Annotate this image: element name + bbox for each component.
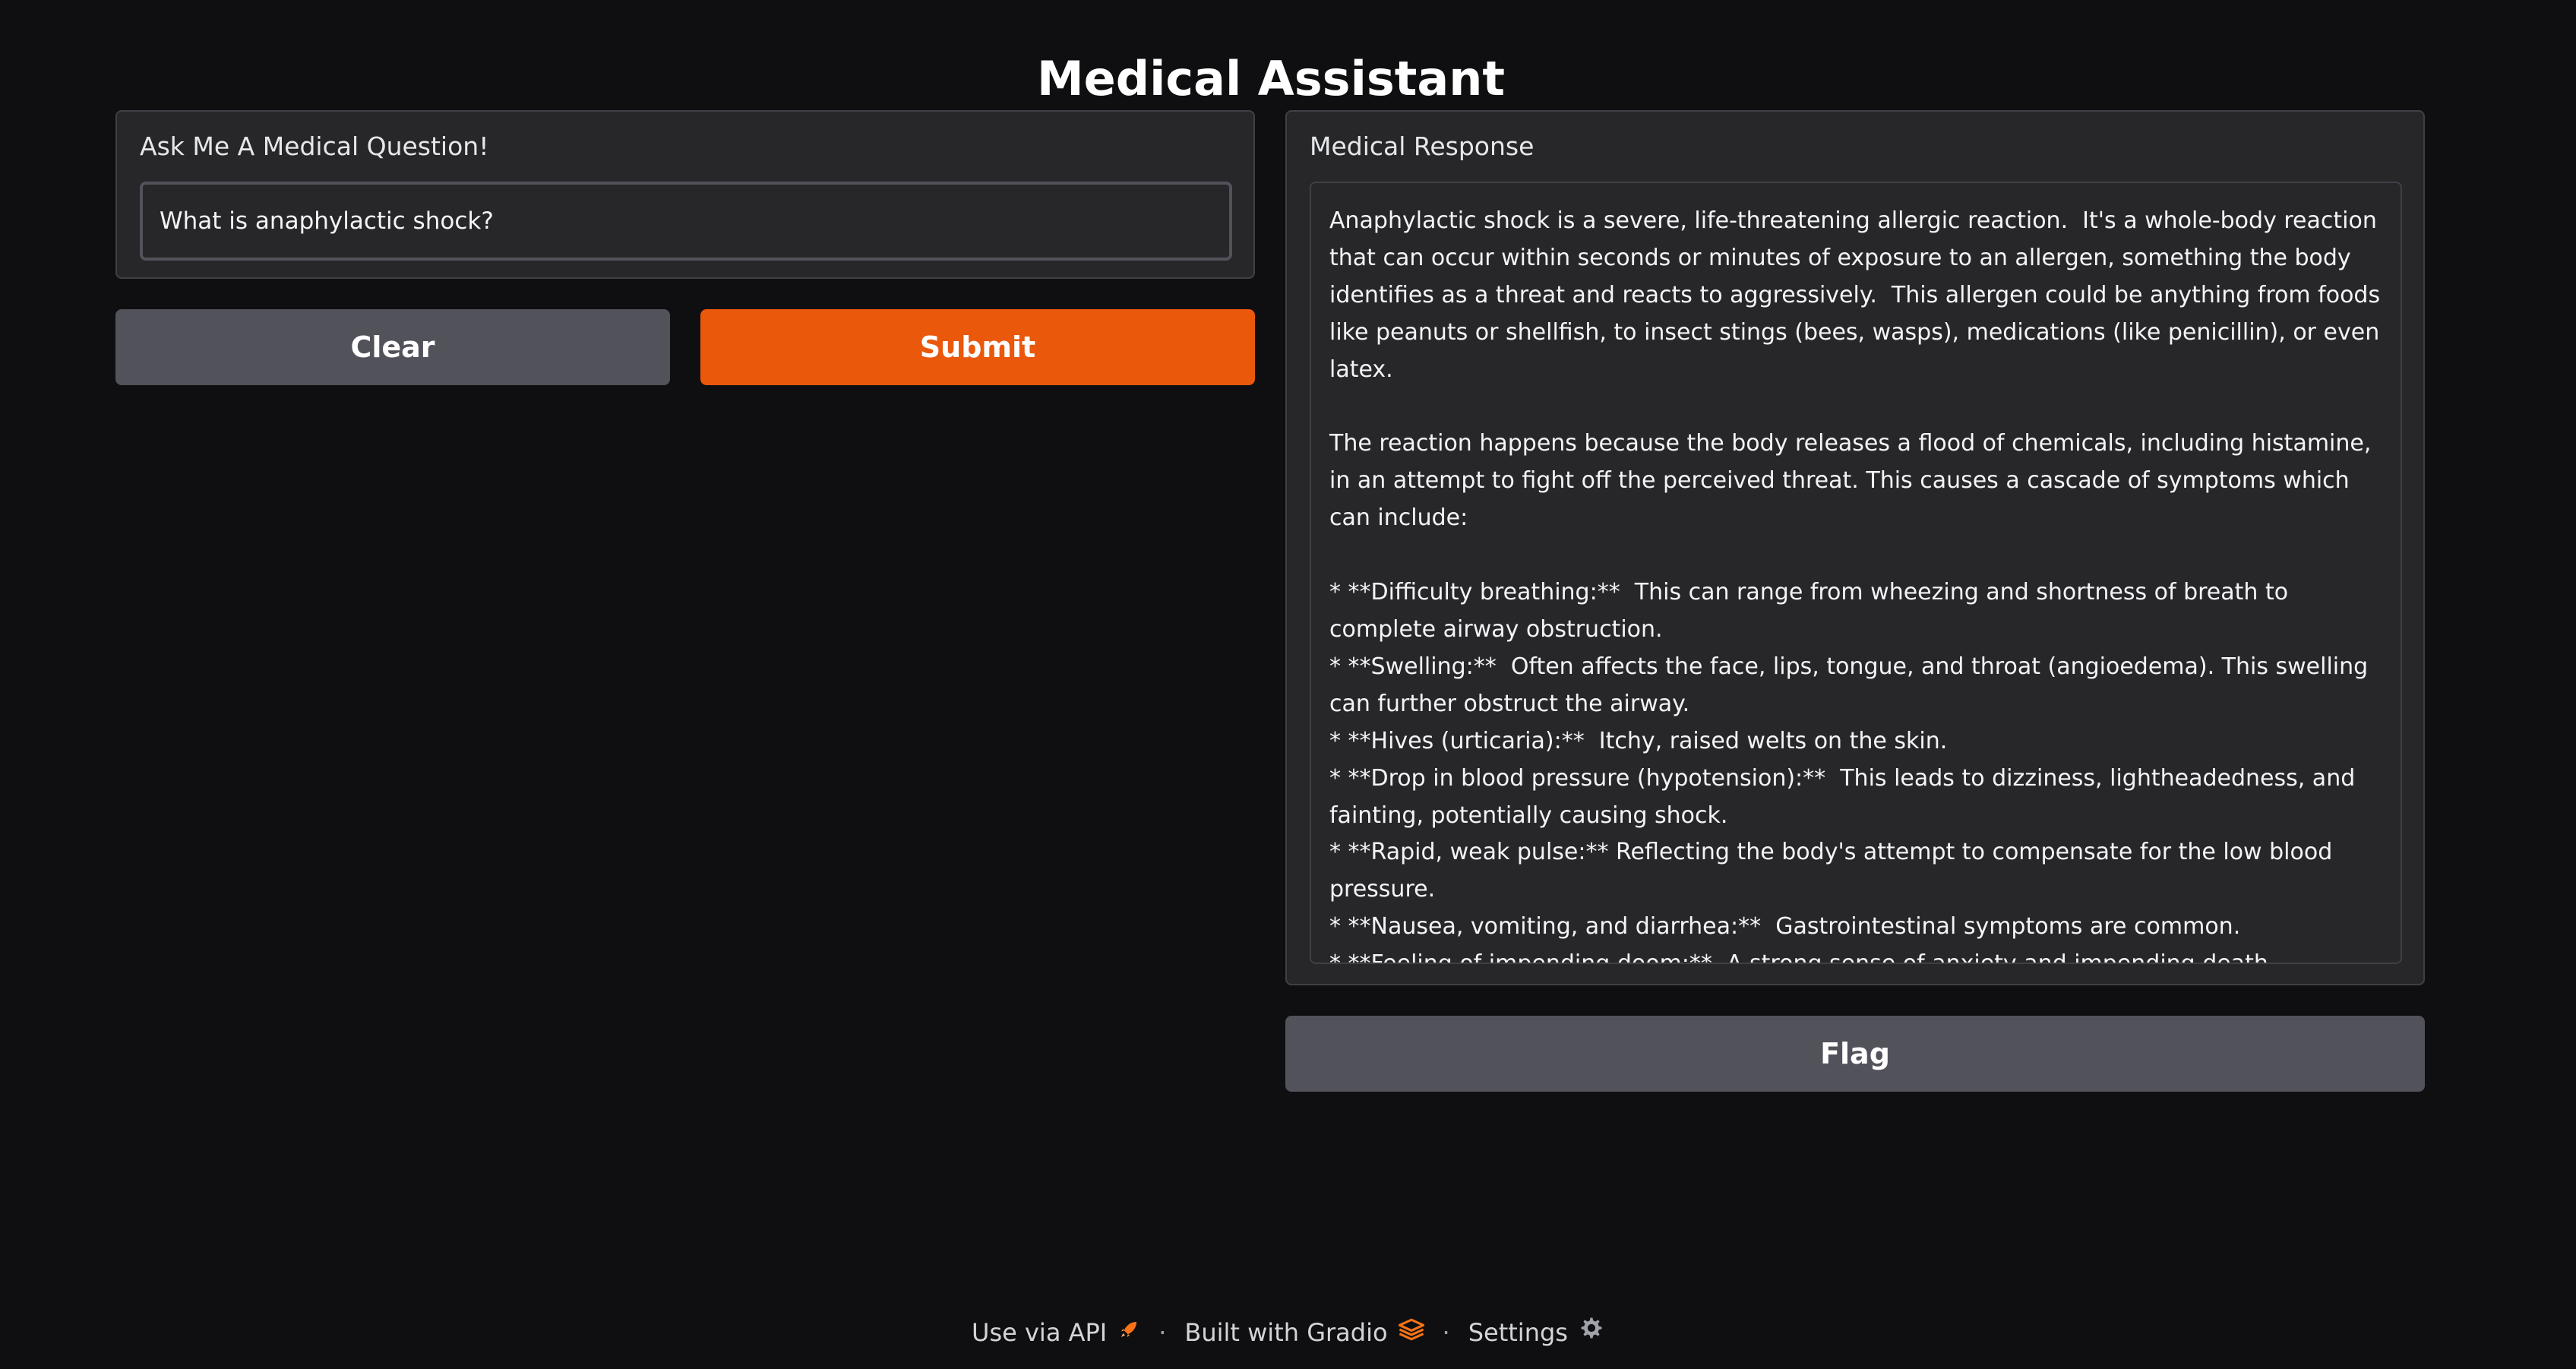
flag-button[interactable]: Flag: [1285, 1016, 2425, 1092]
rocket-icon: [1117, 1314, 1140, 1351]
settings-link[interactable]: Settings: [1468, 1314, 1604, 1351]
built-with-gradio-label: Built with Gradio: [1184, 1318, 1388, 1347]
response-label: Medical Response: [1310, 131, 1535, 161]
use-via-api-link[interactable]: Use via API: [972, 1314, 1140, 1351]
question-label: Ask Me A Medical Question!: [140, 131, 489, 161]
submit-button[interactable]: Submit: [700, 309, 1255, 385]
use-via-api-label: Use via API: [972, 1318, 1108, 1347]
footer-separator: ·: [1442, 1318, 1450, 1347]
app-root: Medical Assistant Ask Me A Medical Quest…: [0, 0, 2576, 1369]
response-text: Anaphylactic shock is a severe, life-thr…: [1329, 207, 2381, 964]
gear-icon: [1579, 1314, 1604, 1351]
question-panel: Ask Me A Medical Question!: [115, 110, 1255, 279]
settings-label: Settings: [1468, 1318, 1568, 1347]
response-panel: Medical Response Anaphylactic shock is a…: [1285, 110, 2425, 985]
response-textbox[interactable]: Anaphylactic shock is a severe, life-thr…: [1310, 182, 2402, 964]
clear-button[interactable]: Clear: [115, 309, 670, 385]
question-input[interactable]: [140, 182, 1232, 261]
page-title: Medical Assistant: [1036, 50, 1505, 106]
footer-separator: ·: [1158, 1318, 1167, 1347]
built-with-gradio-link[interactable]: Built with Gradio: [1184, 1314, 1424, 1351]
gradio-logo-icon: [1398, 1314, 1424, 1351]
footer: Use via API · Built with Gradio · Settin…: [0, 1314, 2576, 1351]
